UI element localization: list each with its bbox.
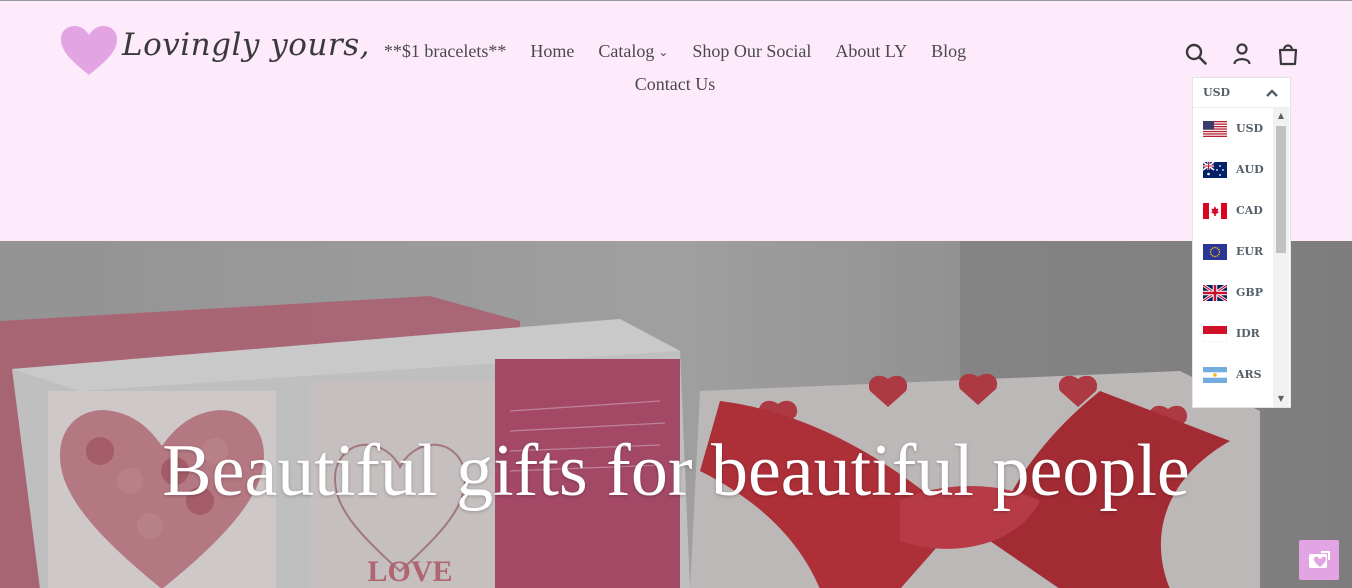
hero-title: Beautiful gifts for beautiful people [162,430,1190,512]
currency-option-gbp[interactable]: GBP [1193,272,1273,313]
currency-options: USD AUD CAD EUR GBP IDR ARS [1193,108,1273,395]
hero-banner: LOVE Beautiful gifts for beautiful peopl… [0,241,1352,588]
currency-option-idr[interactable]: IDR [1193,313,1273,354]
nav-item-blog[interactable]: Blog [931,41,966,62]
currency-code: CAD [1236,204,1263,217]
gb-flag-icon [1203,284,1227,301]
currency-code: EUR [1236,245,1264,258]
nav-item-bracelets[interactable]: **$1 bracelets** [384,41,506,62]
currency-option-aud[interactable]: AUD [1193,149,1273,190]
ca-flag-icon [1203,202,1227,219]
account-icon[interactable] [1230,41,1254,67]
nav-item-home[interactable]: Home [530,41,574,62]
eu-flag-icon [1203,243,1227,260]
currency-selected[interactable]: USD [1193,78,1290,108]
nav-item-catalog[interactable]: Catalog ⌄ [598,41,668,62]
currency-option-ars[interactable]: ARS [1193,354,1273,395]
cart-icon[interactable] [1276,41,1300,67]
currency-option-usd[interactable]: USD [1193,108,1273,149]
nav-item-about[interactable]: About LY [835,41,907,62]
currency-code: USD [1236,122,1264,135]
scroll-up-arrow-icon[interactable]: ▲ [1273,108,1289,124]
site-header: Lovingly yours, **$1 bracelets** Home Ca… [0,1,1352,241]
header-icons [1184,41,1300,67]
scroll-down-arrow-icon[interactable]: ▼ [1273,391,1289,407]
au-flag-icon [1203,161,1227,178]
site-logo[interactable]: Lovingly yours, [60,21,370,83]
nav-item-contact[interactable]: Contact Us [635,74,716,94]
us-flag-icon [1203,120,1227,137]
currency-code: IDR [1236,327,1260,340]
chevron-up-icon [1266,88,1278,97]
main-navigation-row2: Contact Us [370,74,980,95]
nav-item-catalog-label: Catalog [598,41,655,61]
scrollbar-thumb[interactable] [1276,126,1286,253]
currency-code: AUD [1236,163,1264,176]
search-icon[interactable] [1184,41,1208,67]
currency-option-cad[interactable]: CAD [1193,190,1273,231]
chevron-down-icon: ⌄ [658,45,669,59]
currency-code: ARS [1236,368,1262,381]
currency-option-eur[interactable]: EUR [1193,231,1273,272]
heart-logo-icon [61,26,117,75]
hero-background-image: LOVE [0,241,1352,588]
currency-selector[interactable]: USD USD AUD CAD EUR GBP IDR ARS ▲ ▼ [1192,77,1291,408]
currency-code: GBP [1236,286,1263,299]
currency-selected-label: USD [1203,86,1231,99]
gift-heart-icon [1309,551,1330,568]
id-flag-icon [1203,325,1227,342]
ar-flag-icon [1203,366,1227,383]
brand-name: Lovingly yours, [122,27,370,63]
currency-scrollbar[interactable]: ▲ ▼ [1273,108,1289,407]
rewards-launcher-button[interactable] [1299,540,1339,580]
nav-item-shop-social[interactable]: Shop Our Social [692,41,811,62]
main-navigation: **$1 bracelets** Home Catalog ⌄ Shop Our … [370,41,980,62]
